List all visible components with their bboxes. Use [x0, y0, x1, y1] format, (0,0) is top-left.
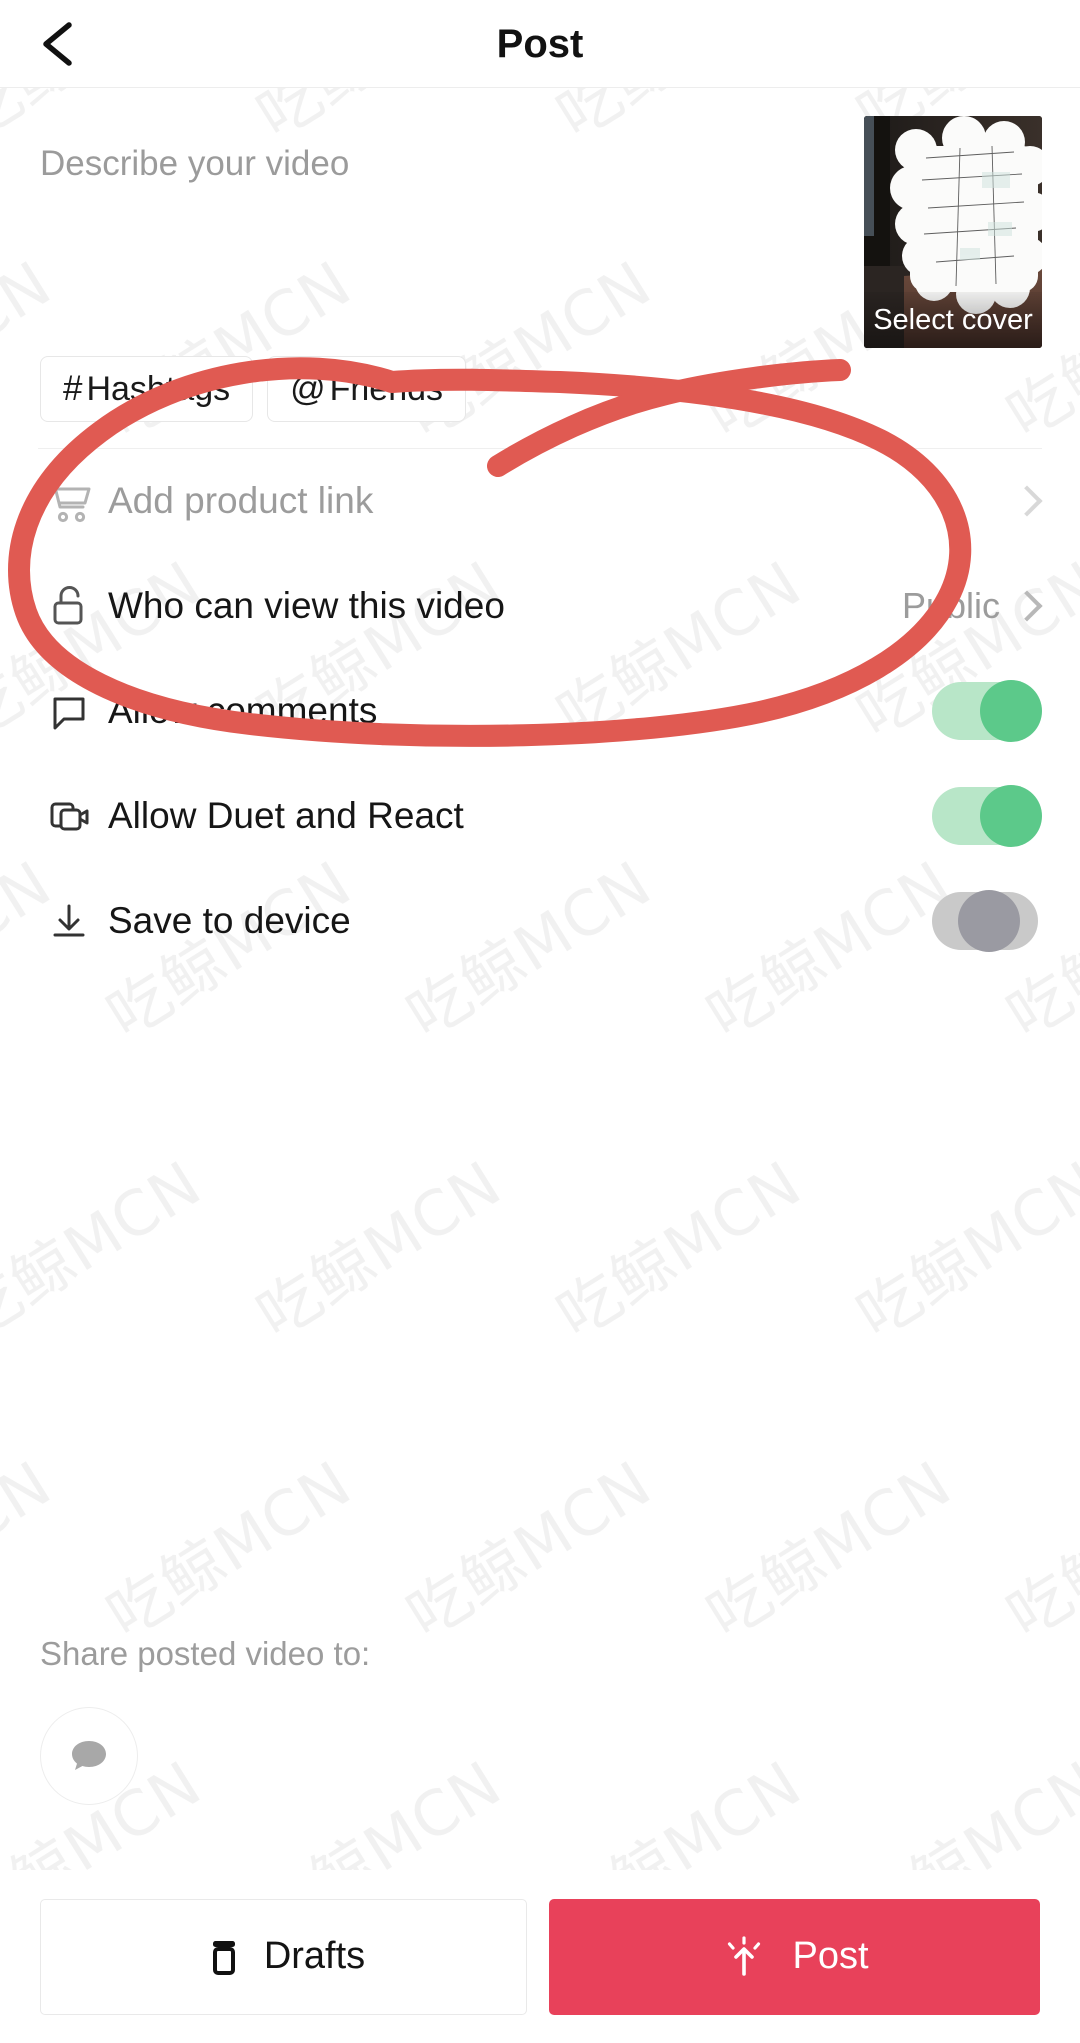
- settings-list: Add product link Who can view this video…: [0, 448, 1080, 973]
- select-cover-thumbnail[interactable]: Select cover: [864, 116, 1042, 348]
- settings-row-save-to-device[interactable]: Save to device: [0, 868, 1080, 973]
- page-title: Post: [496, 21, 584, 66]
- watermark-text: 吃鲸MCN: [544, 1146, 814, 1353]
- toggle-knob: [980, 784, 1042, 847]
- settings-row-who-can-view[interactable]: Who can view this video Public: [0, 553, 1080, 658]
- post-button[interactable]: Post: [549, 1898, 1040, 2015]
- settings-row-allow-comments[interactable]: Allow comments: [0, 658, 1080, 763]
- settings-row-allow-duet-react[interactable]: Allow Duet and React: [0, 763, 1080, 868]
- who-can-view-label: Who can view this video: [108, 584, 505, 626]
- comment-icon: [38, 680, 100, 742]
- drafts-button[interactable]: Drafts: [40, 1898, 527, 2015]
- who-can-view-value: Public: [901, 584, 1000, 626]
- tag-buttons-row: # Hashtags @ Friends: [40, 356, 467, 422]
- save-to-device-label: Save to device: [108, 899, 351, 941]
- watermark-text: 吃鲸MCN: [994, 1446, 1080, 1653]
- add-product-link-label: Add product link: [108, 479, 374, 521]
- watermark-text: 吃鲸MCN: [394, 1446, 664, 1653]
- watermark-text: 吃鲸MCN: [244, 1146, 514, 1353]
- post-video-screen: 吃鲸MCN 吃鲸MCN 吃鲸MCN 吃鲸MCN 吃鲸MCN 吃鲸MCN 吃鲸MCN 吃鲸MCN…: [0, 0, 1080, 2043]
- drafts-label: Drafts: [263, 1935, 366, 1977]
- duet-video-icon: [38, 785, 100, 847]
- arrow-left-icon: [43, 22, 72, 66]
- download-icon: [38, 890, 100, 952]
- app-header: Post: [0, 0, 1080, 88]
- drafts-archive-icon: [212, 1940, 235, 1975]
- watermark-text: 吃鲸MCN: [0, 1146, 214, 1353]
- row-divider: [38, 448, 1042, 449]
- watermark-text: 吃鲸MCN: [0, 1446, 64, 1653]
- upload-arrow-icon: [728, 1935, 761, 1976]
- back-button[interactable]: [26, 8, 98, 80]
- settings-row-add-product-link[interactable]: Add product link: [0, 448, 1080, 553]
- watermark-text: 吃鲸MCN: [94, 1446, 364, 1653]
- allow-duet-react-label: Allow Duet and React: [108, 794, 464, 836]
- chat-bubble-icon: [72, 1741, 106, 1770]
- bottom-action-bar: Drafts Post: [0, 1870, 1080, 2043]
- allow-comments-toggle[interactable]: [932, 679, 1042, 742]
- share-section: Share posted video to:: [40, 1635, 370, 1805]
- chevron-right-icon: [1011, 484, 1043, 517]
- hashtags-label: Hashtags: [86, 369, 231, 408]
- share-section-title: Share posted video to:: [40, 1635, 371, 1672]
- at-mention-icon: @: [290, 369, 326, 408]
- toggle-knob: [980, 679, 1042, 742]
- save-to-device-toggle[interactable]: [932, 889, 1038, 952]
- post-label: Post: [792, 1935, 869, 1977]
- chevron-right-icon: [1011, 589, 1043, 622]
- allow-comments-label: Allow comments: [108, 689, 378, 731]
- toggle-knob: [958, 889, 1020, 952]
- watermark-text: 吃鲸MCN: [844, 1146, 1080, 1353]
- hashtags-button[interactable]: # Hashtags: [40, 356, 254, 422]
- share-targets: [40, 1707, 370, 1805]
- friends-label: Friends: [329, 369, 444, 408]
- allow-duet-react-toggle[interactable]: [932, 784, 1042, 847]
- share-target-message[interactable]: [40, 1707, 138, 1805]
- select-cover-label: Select cover: [864, 292, 1042, 348]
- description-input[interactable]: [40, 140, 580, 290]
- hashtag-icon: #: [63, 369, 83, 408]
- description-section: # Hashtags @ Friends: [0, 88, 1080, 448]
- unlock-icon: [38, 575, 100, 637]
- shopping-cart-icon: [38, 470, 100, 532]
- friends-button[interactable]: @ Friends: [267, 356, 467, 422]
- watermark-text: 吃鲸MCN: [694, 1446, 964, 1653]
